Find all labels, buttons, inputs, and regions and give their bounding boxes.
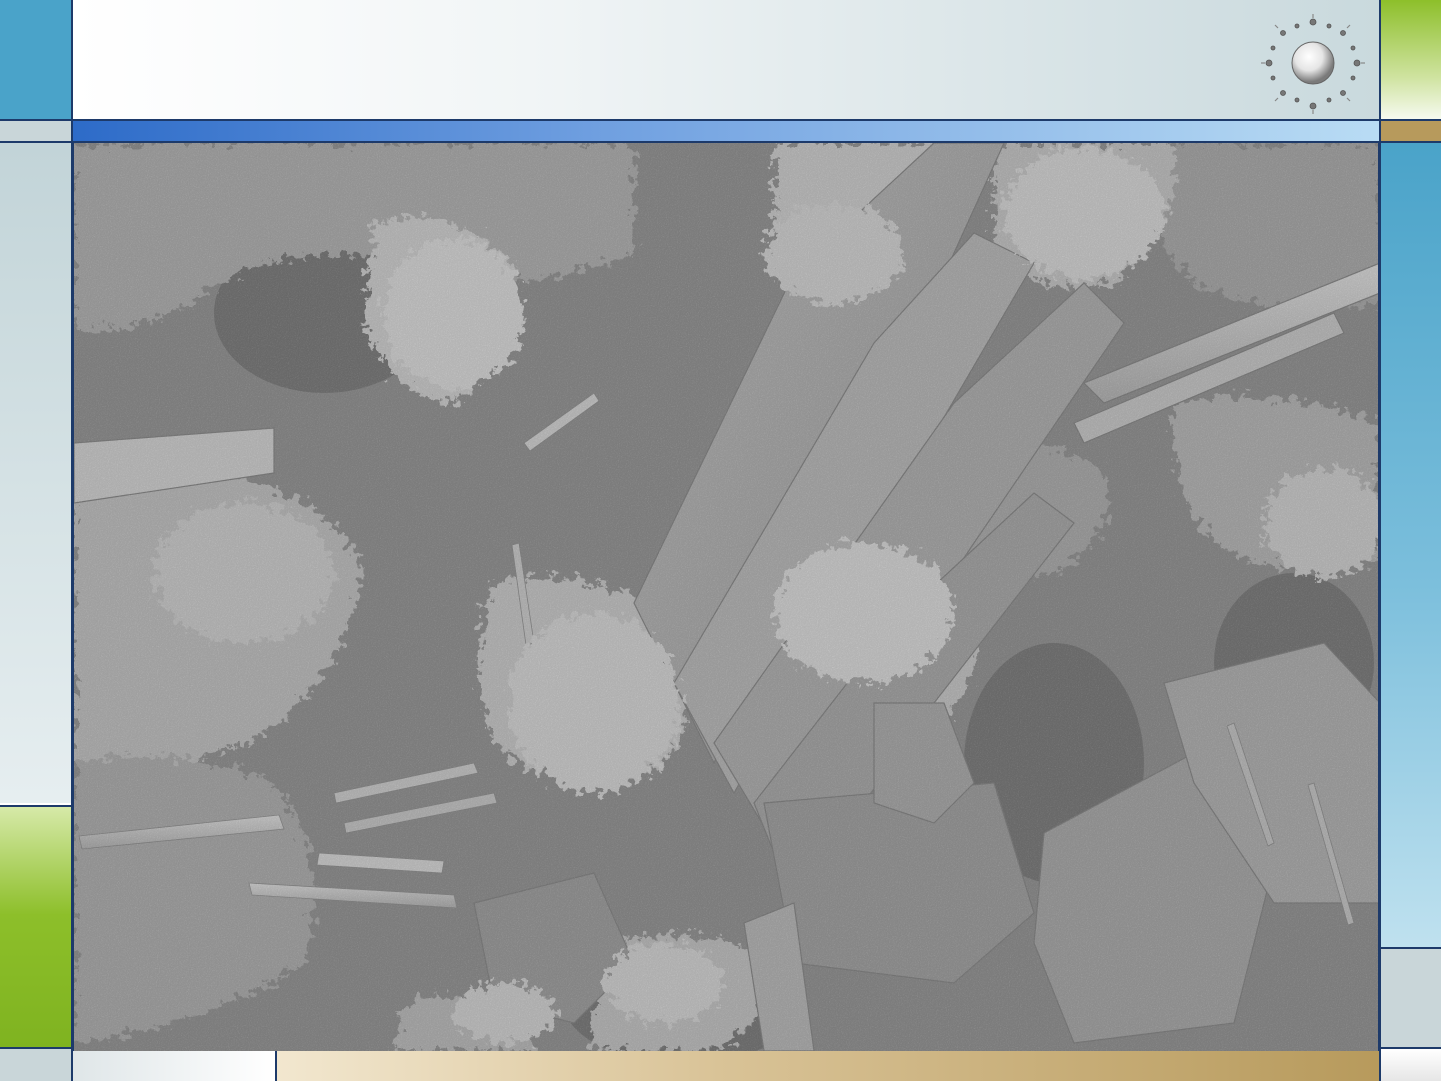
header-right-green-block [1381,0,1441,119]
footer-white-segment [73,1051,275,1081]
title-rule-strip [73,121,1379,141]
header-band [73,0,1379,120]
rule-left-grey [0,121,71,141]
right-column-blue-panel [1381,143,1441,947]
sun-burst-logo-icon [1255,8,1370,116]
left-column-green-panel [0,805,71,1047]
right-column-bottom-panel [1381,1047,1441,1081]
right-column-grey-panel [1381,947,1441,1047]
footer-gold-bar [277,1051,1379,1081]
header-left-blue-block [0,0,72,119]
left-column-grey-panel [0,143,71,803]
rule-right-gold [1381,121,1441,141]
sem-micrograph-image [73,143,1379,1051]
left-column-bottom-panel [0,1047,71,1081]
